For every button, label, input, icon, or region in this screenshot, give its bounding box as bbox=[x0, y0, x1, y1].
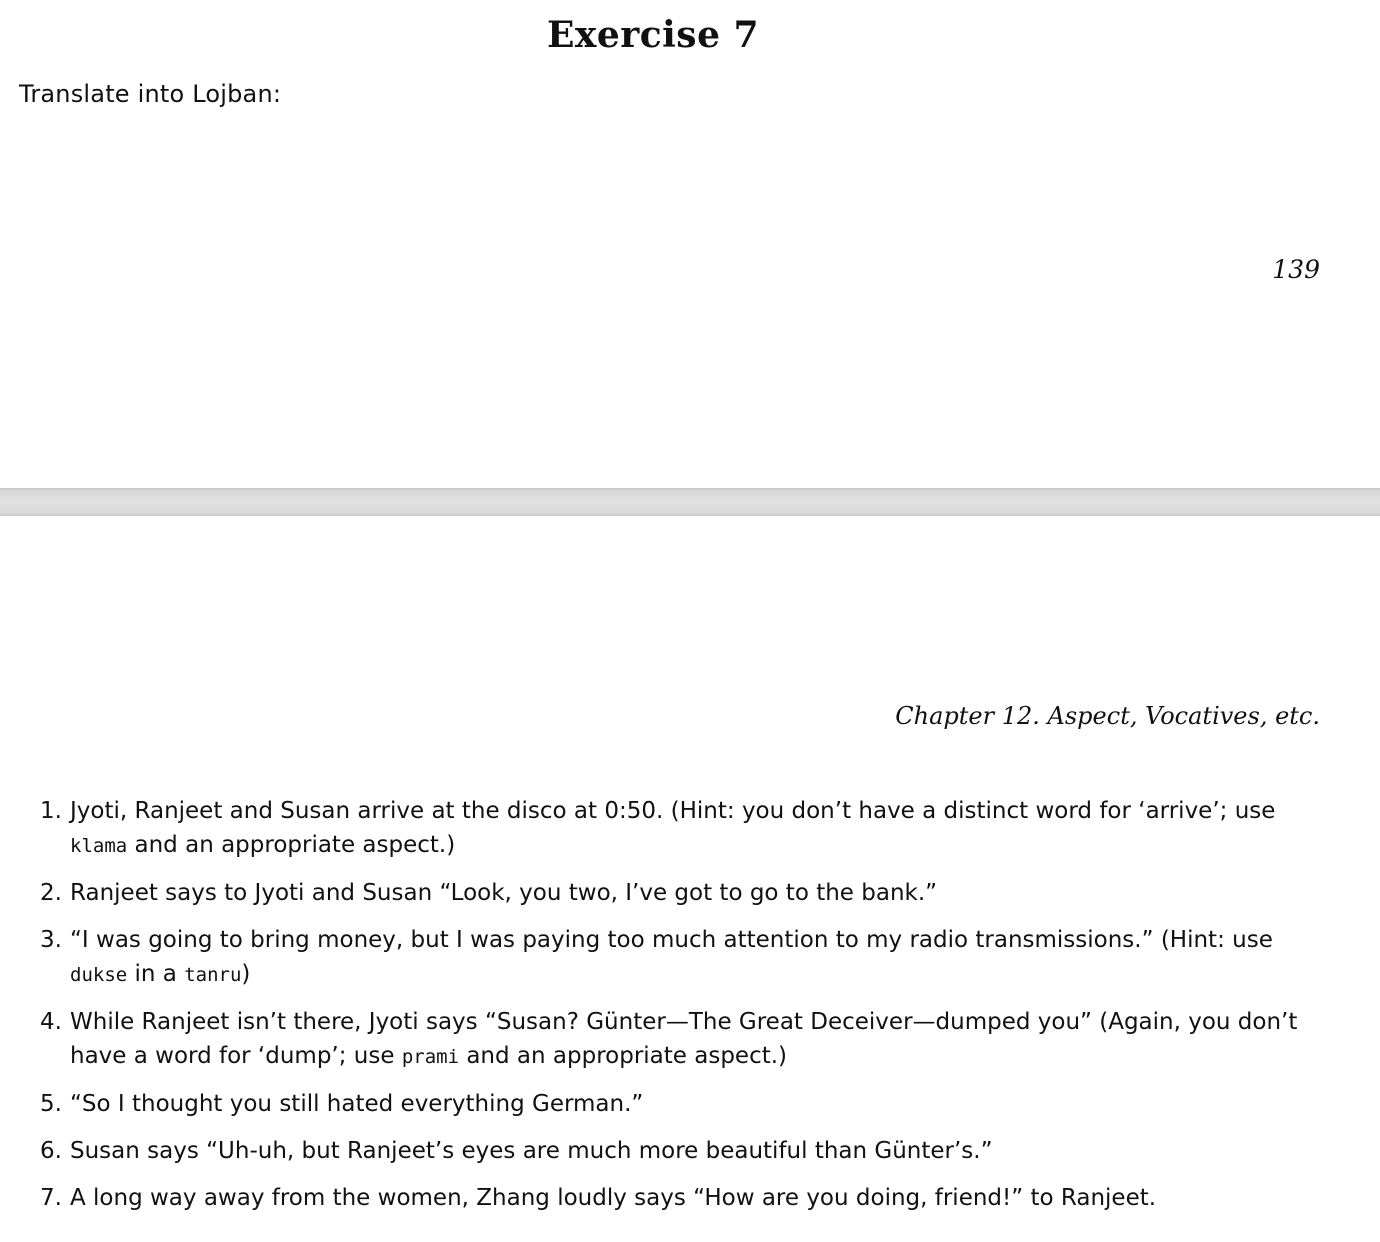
item-text: Susan says “Uh-uh, but Ranjeet’s eyes ar… bbox=[70, 1138, 993, 1164]
list-item: 3. “I was going to bring money, but I wa… bbox=[40, 923, 1320, 992]
item-number: 1. bbox=[40, 798, 62, 824]
item-text: A long way away from the women, Zhang lo… bbox=[70, 1185, 1157, 1211]
list-item: 1. Jyoti, Ranjeet and Susan arrive at th… bbox=[40, 794, 1320, 863]
lojban-word: tanru bbox=[184, 964, 242, 986]
item-number: 5. bbox=[40, 1091, 62, 1117]
list-item: 4. While Ranjeet isn’t there, Jyoti says… bbox=[40, 1005, 1320, 1074]
item-number: 3. bbox=[40, 927, 62, 953]
lojban-word: dukse bbox=[70, 964, 128, 986]
item-text: “I was going to bring money, but I was p… bbox=[70, 927, 1273, 953]
list-item: 7. A long way away from the women, Zhang… bbox=[40, 1181, 1320, 1215]
item-number: 6. bbox=[40, 1138, 62, 1164]
item-number: 2. bbox=[40, 880, 62, 906]
exercise-list: 1. Jyoti, Ranjeet and Susan arrive at th… bbox=[40, 794, 1320, 1228]
lojban-word: klama bbox=[70, 835, 128, 857]
lojban-word: prami bbox=[401, 1046, 460, 1068]
item-number: 4. bbox=[40, 1009, 62, 1035]
item-text: “So I thought you still hated everything… bbox=[70, 1091, 644, 1117]
list-item: 5. “So I thought you still hated everyth… bbox=[40, 1087, 1320, 1121]
top-page: Exercise 7 Translate into Lojban: 139 bbox=[0, 0, 1380, 490]
item-text: ) bbox=[241, 961, 251, 987]
item-text: in a bbox=[127, 961, 185, 987]
item-text: Jyoti, Ranjeet and Susan arrive at the d… bbox=[70, 798, 1276, 824]
list-item: 2. Ranjeet says to Jyoti and Susan “Look… bbox=[40, 876, 1320, 910]
bottom-page: Chapter 12. Aspect, Vocatives, etc. 1. J… bbox=[0, 516, 1380, 1242]
list-item: 6. Susan says “Uh-uh, but Ranjeet’s eyes… bbox=[40, 1134, 1320, 1168]
exercise-title: Exercise 7 bbox=[546, 14, 760, 56]
running-head: Chapter 12. Aspect, Vocatives, etc. bbox=[895, 702, 1320, 730]
exercise-instruction: Translate into Lojban: bbox=[19, 80, 282, 108]
item-text: and an appropriate aspect.) bbox=[459, 1043, 788, 1069]
item-number: 7. bbox=[40, 1185, 62, 1211]
item-text: and an appropriate aspect.) bbox=[127, 832, 456, 858]
item-text: Ranjeet says to Jyoti and Susan “Look, y… bbox=[70, 880, 938, 906]
page-divider bbox=[0, 488, 1380, 516]
page-number: 139 bbox=[1272, 255, 1320, 284]
